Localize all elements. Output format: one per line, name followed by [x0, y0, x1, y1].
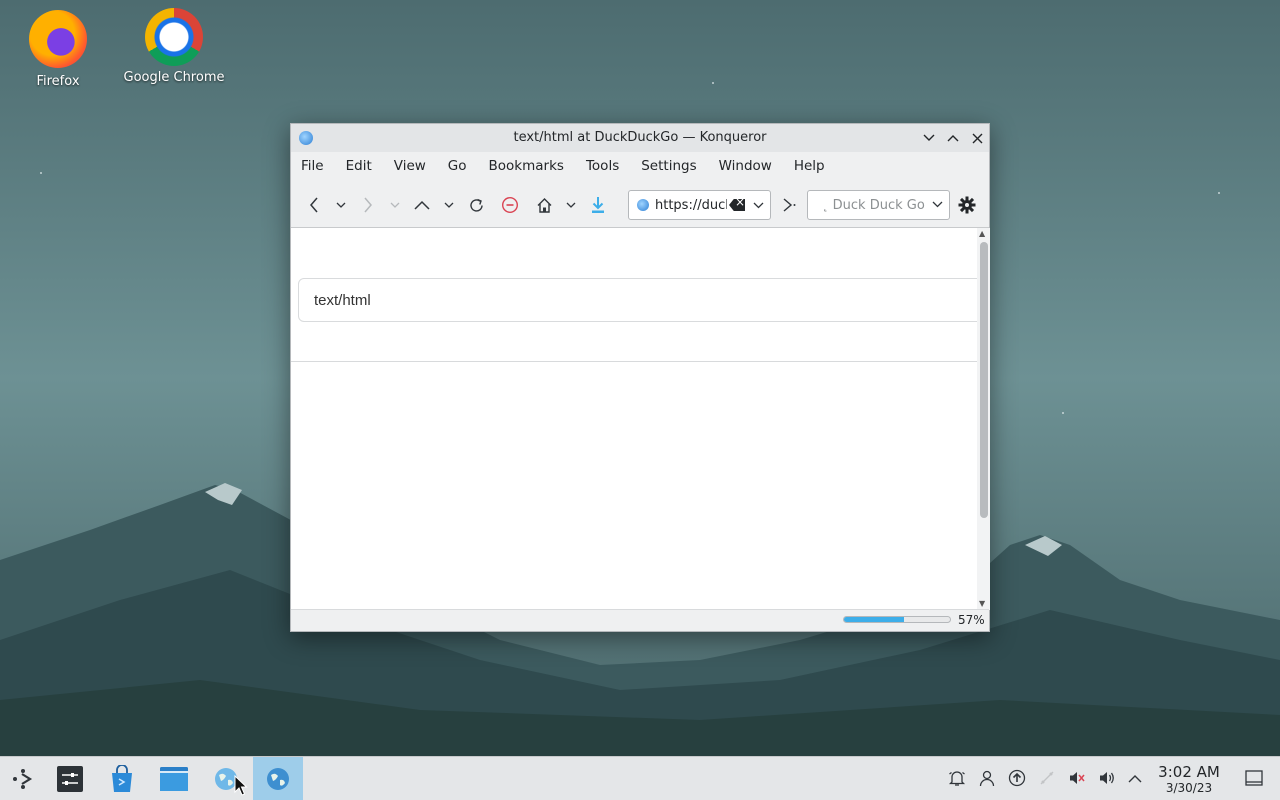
discover-store-icon — [112, 765, 132, 792]
web-search-field[interactable]: ˛ Duck Duck Go — [807, 190, 950, 220]
download-icon[interactable] — [587, 194, 609, 216]
go-icon[interactable] — [778, 194, 800, 216]
menu-bookmarks[interactable]: Bookmarks — [489, 158, 575, 174]
desktop-icon-label: Google Chrome — [123, 70, 225, 85]
system-settings-icon — [57, 766, 83, 792]
konqueror-globe-icon — [267, 768, 289, 790]
window-titlebar[interactable]: text/html at DuckDuckGo — Konqueror — [291, 124, 989, 152]
search-header: text/html — [291, 228, 988, 362]
scroll-down-icon[interactable]: ▼ — [979, 599, 985, 608]
task-system-settings[interactable] — [47, 757, 93, 800]
scrollbar-thumb[interactable] — [980, 242, 988, 518]
clock-date: 3/30/23 — [1165, 781, 1213, 795]
folder-icon — [160, 767, 188, 791]
status-bar: 57% — [291, 609, 989, 631]
star — [40, 172, 42, 174]
window-title: text/html at DuckDuckGo — Konqueror — [513, 130, 767, 145]
star — [1218, 192, 1220, 194]
desktop-icon-firefox[interactable]: Firefox — [3, 10, 113, 89]
load-progress-fill — [844, 617, 905, 622]
url-history-dropdown[interactable] — [753, 199, 764, 212]
reload-icon[interactable] — [465, 194, 487, 216]
menu-tools[interactable]: Tools — [586, 158, 630, 174]
user-icon[interactable] — [977, 768, 997, 788]
menu-file[interactable]: File — [301, 158, 335, 174]
updates-icon[interactable] — [1007, 768, 1027, 788]
desktop-icon-chrome[interactable]: Google Chrome — [119, 8, 229, 85]
task-discover[interactable] — [99, 757, 145, 800]
audio-muted-icon[interactable] — [1067, 768, 1087, 788]
home-dropdown[interactable] — [564, 194, 578, 216]
application-launcher[interactable] — [0, 757, 46, 800]
firefox-icon — [29, 10, 87, 68]
show-desktop-icon[interactable] — [1244, 768, 1264, 788]
konqueror-window: text/html at DuckDuckGo — Konqueror File… — [290, 123, 990, 632]
notifications-bell-icon[interactable] — [947, 768, 967, 788]
task-konqueror-2[interactable] — [253, 757, 303, 800]
menu-help[interactable]: Help — [794, 158, 836, 174]
scroll-up-icon[interactable]: ▲ — [979, 229, 985, 238]
url-text[interactable]: https://duckduckgo.com — [655, 198, 727, 213]
stop-icon[interactable] — [499, 194, 521, 216]
network-disconnected-icon[interactable] — [1037, 768, 1057, 788]
page-search-input[interactable]: text/html — [298, 278, 988, 322]
up-dropdown[interactable] — [442, 194, 456, 216]
main-toolbar: https://duckduckgo.com ˛ Duck Duck Go — [291, 180, 989, 228]
volume-icon[interactable] — [1097, 768, 1117, 788]
desktop-icon-label: Firefox — [36, 74, 80, 89]
clock-time: 3:02 AM — [1158, 763, 1220, 781]
taskbar: 3:02 AM 3/30/23 — [0, 756, 1280, 800]
search-provider-dropdown[interactable] — [932, 198, 943, 211]
menu-view[interactable]: View — [394, 158, 437, 174]
menubar: File Edit View Go Bookmarks Tools Settin… — [291, 152, 989, 180]
menu-go[interactable]: Go — [448, 158, 478, 174]
menu-edit[interactable]: Edit — [346, 158, 383, 174]
search-placeholder: ˛ Duck Duck Go — [822, 197, 925, 213]
back-button[interactable] — [303, 194, 325, 216]
forward-button[interactable] — [357, 194, 379, 216]
launcher-icon — [13, 769, 33, 789]
load-progress-bar — [843, 616, 951, 623]
menu-settings[interactable]: Settings — [641, 158, 707, 174]
back-history-dropdown[interactable] — [334, 194, 348, 216]
mouse-cursor-icon — [234, 775, 248, 796]
star — [1062, 412, 1064, 414]
home-icon[interactable] — [533, 194, 555, 216]
vertical-scrollbar[interactable]: ▲ ▼ — [977, 228, 990, 610]
up-button[interactable] — [411, 194, 433, 216]
maximize-button[interactable] — [943, 128, 963, 148]
page-content: text/html — [291, 228, 988, 610]
forward-history-dropdown[interactable] — [388, 194, 402, 216]
chrome-icon — [145, 8, 203, 66]
digital-clock[interactable]: 3:02 AM 3/30/23 — [1155, 763, 1223, 796]
url-bar[interactable]: https://duckduckgo.com — [628, 190, 771, 220]
menu-window[interactable]: Window — [719, 158, 783, 174]
settings-gear-icon[interactable] — [956, 194, 978, 216]
load-progress-label: 57% — [958, 613, 985, 627]
minimize-button[interactable] — [919, 128, 939, 148]
system-tray-expand-icon[interactable] — [1125, 768, 1145, 788]
task-dolphin[interactable] — [151, 757, 197, 800]
star — [712, 82, 714, 84]
clear-url-icon[interactable] — [729, 199, 745, 211]
globe-icon — [637, 199, 649, 211]
close-button[interactable] — [967, 128, 987, 148]
